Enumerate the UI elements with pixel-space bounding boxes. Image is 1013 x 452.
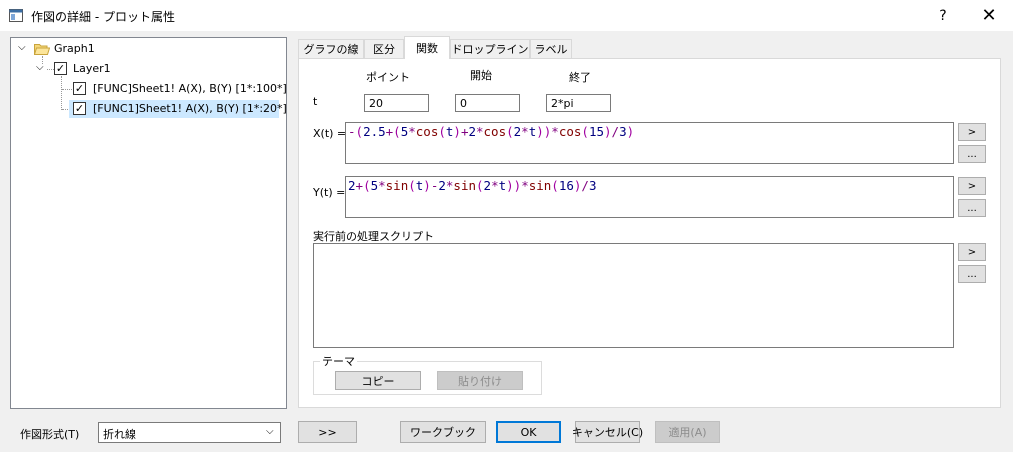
expression-token: * (378, 178, 386, 193)
window-title: 作図の詳細 - プロット属性 (31, 10, 175, 24)
expression-token: ) (423, 178, 431, 193)
expression-token: ( (393, 124, 401, 139)
close-button[interactable]: ✕ (972, 0, 1006, 31)
expression-token: ( (506, 124, 514, 139)
chevron-down-icon: ⌵ (266, 426, 274, 437)
x-expression-arrow-button[interactable]: > (958, 123, 986, 141)
tab-segment[interactable]: 区分 (364, 39, 404, 58)
t-label: t (313, 95, 318, 108)
expression-token: ( (551, 178, 559, 193)
y-expression-editor[interactable]: 2+(5*sin(t)-2*sin(2*t))*sin(16)/3 (345, 176, 954, 218)
expression-token: 2 (468, 124, 476, 139)
points-header: ポイント (366, 71, 410, 84)
collapse-chevron-icon[interactable]: ⌵ (36, 62, 44, 73)
expression-token: 2 (348, 178, 356, 193)
expression-token: 3 (588, 178, 597, 193)
layer-checkbox[interactable]: ✓ (54, 62, 67, 75)
tree-connector (61, 76, 62, 110)
tree-plot-item-selected[interactable]: [FUNC1]Sheet1! A(X), B(Y) [1*:20*] (93, 102, 287, 115)
expression-token: * (491, 178, 499, 193)
cancel-button[interactable]: キャンセル(C) (572, 421, 643, 443)
tree-plot-item[interactable]: [FUNC]Sheet1! A(X), B(Y) [1*:100*] (93, 82, 287, 95)
y-expression-arrow-button[interactable]: > (958, 177, 986, 195)
expression-token: * (408, 124, 416, 139)
expression-token: 5 (370, 178, 379, 193)
expression-token: ( (363, 178, 371, 193)
expression-token: sin (385, 178, 409, 193)
expression-token: * (521, 124, 529, 139)
x-expression-editor[interactable]: -(2.5+(5*cos(t)+2*cos(2*t))*cos(15)/3) (345, 122, 954, 164)
script-arrow-button[interactable]: > (958, 243, 986, 261)
plot-type-value: 折れ線 (103, 428, 136, 441)
expression-token: sin (528, 178, 552, 193)
x-expression-label: X(t) = (313, 127, 347, 140)
workbook-button[interactable]: ワークブック (400, 421, 486, 443)
expression-token: ( (355, 124, 364, 139)
expression-token: ) (626, 124, 635, 139)
end-header: 終了 (569, 71, 591, 84)
script-more-button[interactable]: ... (958, 265, 986, 283)
expression-token: / (581, 178, 589, 193)
folder-open-icon (34, 44, 50, 55)
theme-paste-button[interactable]: 貼り付け (437, 371, 523, 390)
expression-token: )) (506, 178, 522, 193)
theme-group-label: テーマ (320, 353, 357, 369)
expression-token: ( (408, 178, 416, 193)
expression-token: t (498, 178, 507, 193)
expression-token: 2 (483, 178, 492, 193)
expression-token: sin (453, 178, 476, 193)
expression-token: ( (438, 124, 446, 139)
pre-script-label: 実行前の処理スクリプト (313, 230, 434, 243)
ok-button[interactable]: OK (496, 421, 561, 443)
plot-item-checkbox[interactable]: ✓ (73, 82, 86, 95)
tree-root-label[interactable]: Graph1 (54, 42, 95, 55)
expression-token: cos (415, 124, 439, 139)
expression-token: 15 (588, 124, 604, 139)
theme-copy-button[interactable]: コピー (335, 371, 421, 390)
tab-function[interactable]: 関数 (404, 36, 450, 59)
expression-token: * (551, 124, 559, 139)
expression-token: 2.5 (363, 124, 386, 139)
y-expression-label: Y(t) = (313, 186, 346, 199)
apply-button[interactable]: 適用(A) (655, 421, 720, 443)
expression-token: * (476, 124, 484, 139)
plot-type-select[interactable]: 折れ線 (98, 422, 281, 443)
expression-token: cos (558, 124, 582, 139)
tab-label[interactable]: ラベル (530, 39, 572, 58)
collapse-chevron-icon[interactable]: ⌵ (18, 42, 26, 53)
tree-connector (47, 69, 54, 70)
expression-token: ( (476, 178, 484, 193)
app-window-icon (9, 9, 23, 22)
points-input[interactable]: 20 (364, 94, 429, 112)
expression-token: 3 (619, 124, 627, 139)
x-expression-more-button[interactable]: ... (958, 145, 986, 163)
expression-token: + (355, 178, 364, 193)
tab-dropline[interactable]: ドロップライン (450, 39, 530, 58)
tree-layer-label[interactable]: Layer1 (73, 62, 111, 75)
pre-script-editor[interactable] (313, 243, 954, 348)
expand-button[interactable]: >> (298, 421, 357, 443)
start-header: 開始 (470, 69, 492, 82)
expression-token: - (348, 124, 356, 139)
tree-connector (62, 89, 72, 90)
help-button[interactable]: ? (928, 0, 958, 31)
expression-token: ( (581, 124, 589, 139)
start-input[interactable]: 0 (455, 94, 520, 112)
plot-item-checkbox[interactable]: ✓ (73, 102, 86, 115)
expression-token: / (611, 124, 620, 139)
expression-token: 2 (438, 178, 446, 193)
end-input[interactable]: 2*pi (546, 94, 611, 112)
expression-token: ) (604, 124, 612, 139)
expression-token: cos (483, 124, 507, 139)
y-expression-more-button[interactable]: ... (958, 199, 986, 217)
expression-token: * (521, 178, 529, 193)
plot-type-label: 作図形式(T) (20, 428, 80, 441)
expression-token: 16 (558, 178, 574, 193)
tab-line[interactable]: グラフの線 (298, 39, 364, 58)
expression-token: ) (453, 124, 461, 139)
expression-token: )) (536, 124, 552, 139)
